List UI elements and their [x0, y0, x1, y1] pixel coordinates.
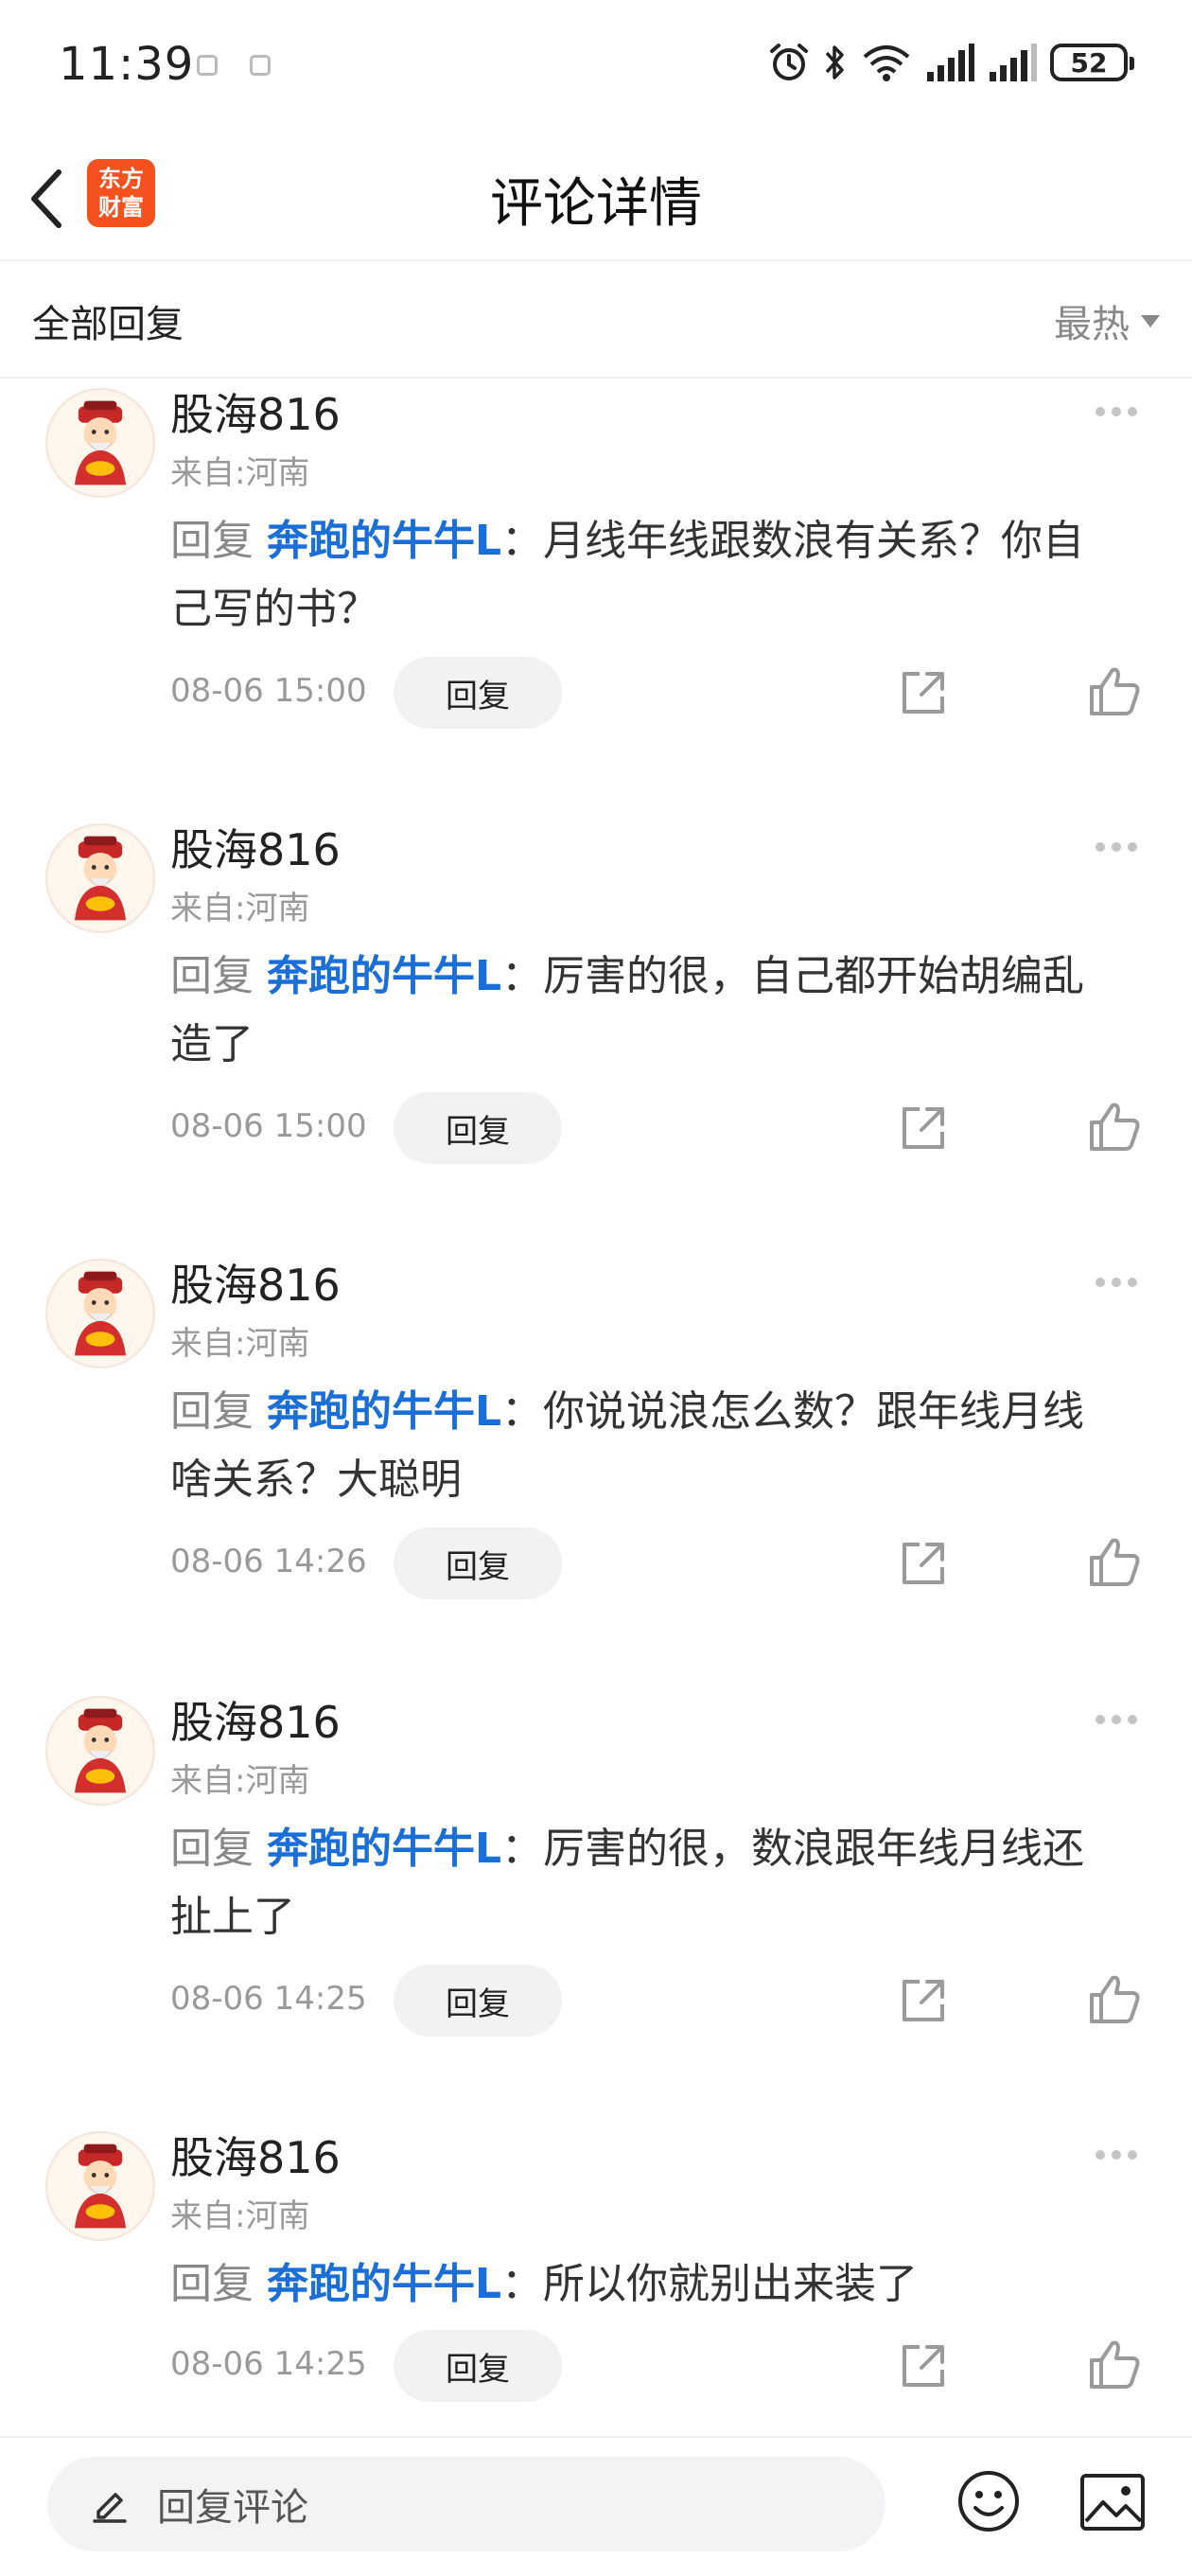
more-options-icon[interactable] — [1094, 1276, 1139, 1289]
reply-prefix: 回复 — [170, 517, 267, 565]
share-icon[interactable] — [897, 2339, 950, 2392]
notification-icon — [250, 55, 271, 76]
signal-icon — [927, 44, 974, 81]
location-label: 来自:河南 — [170, 890, 310, 927]
more-options-icon[interactable] — [1094, 840, 1139, 854]
filter-bar: 全部回复 最热 — [0, 261, 1192, 379]
reply-prefix: 回复 — [170, 952, 267, 1000]
location-label: 来自:河南 — [170, 1325, 310, 1363]
sort-dropdown[interactable]: 最热 — [1054, 293, 1160, 348]
reply-prefix: 回复 — [170, 1825, 267, 1873]
comment-meta: 08-06 14:25 回复 — [170, 2330, 1154, 2402]
more-options-icon[interactable] — [1094, 1713, 1139, 1726]
mention-link[interactable]: 奔跑的牛牛L — [267, 1387, 501, 1436]
caishen-avatar-icon — [48, 391, 152, 495]
reply-input[interactable]: 回复评论 — [47, 2457, 885, 2551]
mention-link[interactable]: 奔跑的牛牛L — [267, 952, 501, 1000]
alarm-icon — [770, 44, 808, 80]
bluetooth-icon — [825, 45, 844, 79]
avatar[interactable] — [45, 1696, 155, 1806]
comment-text: 回复 奔跑的牛牛L：厉害的很，自己都开始胡编乱造了 — [170, 943, 1126, 1079]
comment-date: 08-06 14:25 — [170, 2345, 367, 2383]
comment-date: 08-06 14:26 — [170, 1543, 367, 1580]
avatar[interactable] — [45, 2131, 155, 2241]
status-time: 11:39 — [59, 38, 195, 91]
comment-meta: 08-06 15:00 回复 — [170, 1092, 1154, 1164]
username[interactable]: 股海816 — [170, 1688, 341, 1751]
battery-level: 52 — [1070, 46, 1108, 79]
comment-text: 回复 奔跑的牛牛L：你说说浪怎么数？跟年线月线啥关系？大聪明 — [170, 1378, 1126, 1514]
comment-meta: 08-06 15:00 回复 — [170, 657, 1154, 729]
share-icon[interactable] — [897, 666, 950, 719]
comment-text: 回复 奔跑的牛牛L：所以你就别出来装了 — [170, 2250, 1126, 2319]
wifi-icon — [863, 45, 910, 81]
avatar[interactable] — [45, 823, 155, 933]
reply-prefix: 回复 — [170, 1387, 267, 1436]
location-label: 来自:河南 — [170, 2197, 310, 2235]
notification-icon — [197, 55, 218, 76]
share-icon[interactable] — [897, 1974, 950, 2027]
pencil-icon — [93, 2493, 127, 2523]
reply-button[interactable]: 回复 — [394, 657, 562, 729]
comment-date: 08-06 14:25 — [170, 1980, 367, 2018]
share-icon[interactable] — [897, 1102, 950, 1155]
thumbs-up-icon[interactable] — [1086, 662, 1143, 719]
reply-input-placeholder: 回复评论 — [157, 2486, 308, 2530]
battery-icon: 52 — [1050, 44, 1134, 81]
location-label: 来自:河南 — [170, 454, 310, 492]
caishen-avatar-icon — [48, 1699, 152, 1803]
mention-link[interactable]: 奔跑的牛牛L — [267, 517, 501, 565]
mention-link[interactable]: 奔跑的牛牛L — [267, 1825, 501, 1873]
username[interactable]: 股海816 — [170, 1251, 341, 1314]
reply-button[interactable]: 回复 — [394, 1527, 562, 1599]
caret-down-icon — [1141, 314, 1160, 327]
page-header: 东方 财富 评论详情 — [0, 132, 1192, 261]
thumbs-up-icon[interactable] — [1086, 1098, 1143, 1155]
caishen-avatar-icon — [48, 1262, 152, 1366]
all-replies-label: 全部回复 — [32, 303, 184, 346]
username[interactable]: 股海816 — [170, 816, 341, 878]
emoji-icon[interactable] — [955, 2468, 1022, 2534]
image-icon[interactable] — [1078, 2472, 1147, 2532]
mention-link[interactable]: 奔跑的牛牛L — [267, 2260, 501, 2308]
sort-label: 最热 — [1054, 303, 1130, 346]
status-bar: 11:39 52 — [0, 0, 1192, 132]
avatar[interactable] — [45, 388, 155, 498]
caishen-avatar-icon — [48, 826, 152, 930]
share-icon[interactable] — [897, 1537, 950, 1590]
comment-meta: 08-06 14:26 回复 — [170, 1527, 1154, 1599]
reply-prefix: 回复 — [170, 2260, 267, 2308]
avatar[interactable] — [45, 1259, 155, 1368]
comment-content: ：所以你就别出来装了 — [501, 2260, 919, 2308]
status-icons: 52 — [768, 42, 1134, 83]
bottom-bar: 回复评论 — [0, 2436, 1192, 2576]
page-title: 评论详情 — [490, 173, 702, 235]
reply-button[interactable]: 回复 — [394, 1965, 562, 2037]
comment-meta: 08-06 14:25 回复 — [170, 1965, 1154, 2037]
thumbs-up-icon[interactable] — [1086, 1970, 1143, 2027]
reply-button[interactable]: 回复 — [394, 2330, 562, 2402]
username[interactable]: 股海816 — [170, 2124, 341, 2186]
username[interactable]: 股海816 — [170, 380, 341, 443]
comment-text: 回复 奔跑的牛牛L：月线年线跟数浪有关系？你自己写的书？ — [170, 507, 1126, 644]
more-options-icon[interactable] — [1094, 405, 1139, 418]
signal-icon — [990, 44, 1037, 81]
comment-date: 08-06 15:00 — [170, 1107, 367, 1145]
location-label: 来自:河南 — [170, 1762, 310, 1800]
comment-date: 08-06 15:00 — [170, 672, 367, 710]
comment-text: 回复 奔跑的牛牛L：厉害的很，数浪跟年线月线还扯上了 — [170, 1815, 1126, 1951]
thumbs-up-icon[interactable] — [1086, 1533, 1143, 1590]
reply-button[interactable]: 回复 — [394, 1092, 562, 1164]
caishen-avatar-icon — [48, 2134, 152, 2238]
thumbs-up-icon[interactable] — [1086, 2336, 1143, 2392]
more-options-icon[interactable] — [1094, 2148, 1139, 2161]
